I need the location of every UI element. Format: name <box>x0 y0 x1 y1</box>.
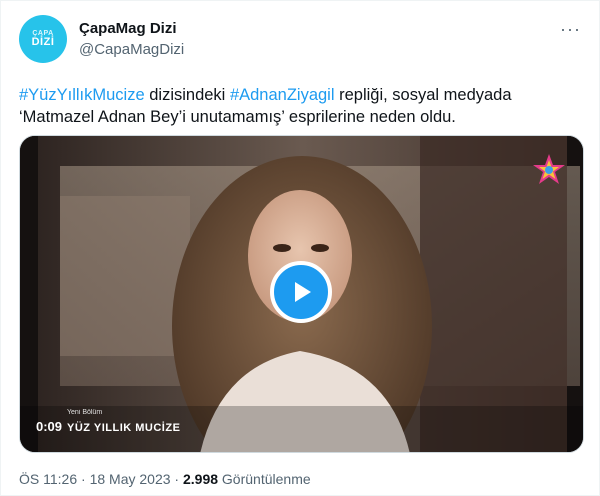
tweet-meta: ÖS 11:26 · 18 May 2023 · 2.998 Görüntüle… <box>19 471 311 487</box>
avatar-text-bottom: DİZİ <box>31 36 55 48</box>
video-overlay-subtitle: Yeni Bölüm <box>67 409 103 416</box>
tweet-text-part: dizisindeki <box>144 86 230 104</box>
hashtag-link[interactable]: #AdnanZiyagil <box>230 86 335 104</box>
more-options-icon[interactable]: ··· <box>560 19 581 40</box>
play-button[interactable] <box>270 261 332 323</box>
tweet-time[interactable]: ÖS 11:26 <box>19 471 77 487</box>
video-player[interactable]: 0:09 Yeni Bölüm YÜZ YILLIK MUCİZE <box>19 135 584 453</box>
views-label: Görüntülenme <box>218 471 311 487</box>
hashtag-link[interactable]: #YüzYıllıkMucize <box>19 86 145 104</box>
video-duration: 0:09 <box>36 419 63 434</box>
star-tv-logo <box>533 154 565 184</box>
tweet-text: #YüzYıllıkMucize dizisindeki #AdnanZiyag… <box>19 84 579 128</box>
tweet-date[interactable]: 18 May 2023 <box>90 471 171 487</box>
author-handle[interactable]: @CapaMagDizi <box>79 41 184 58</box>
views-count: 2.998 <box>182 471 219 487</box>
author-name[interactable]: ÇapaMag Dizi <box>79 20 177 37</box>
tweet-card: ÇAPA DİZİ ÇapaMag Dizi @CapaMagDizi ··· … <box>0 0 600 496</box>
avatar-text-top: ÇAPA <box>32 30 54 37</box>
video-overlay-title: YÜZ YILLIK MUCİZE <box>67 422 181 434</box>
avatar[interactable]: ÇAPA DİZİ <box>19 15 67 63</box>
separator: · <box>170 471 183 487</box>
separator: · <box>77 471 90 487</box>
play-icon <box>295 282 311 302</box>
